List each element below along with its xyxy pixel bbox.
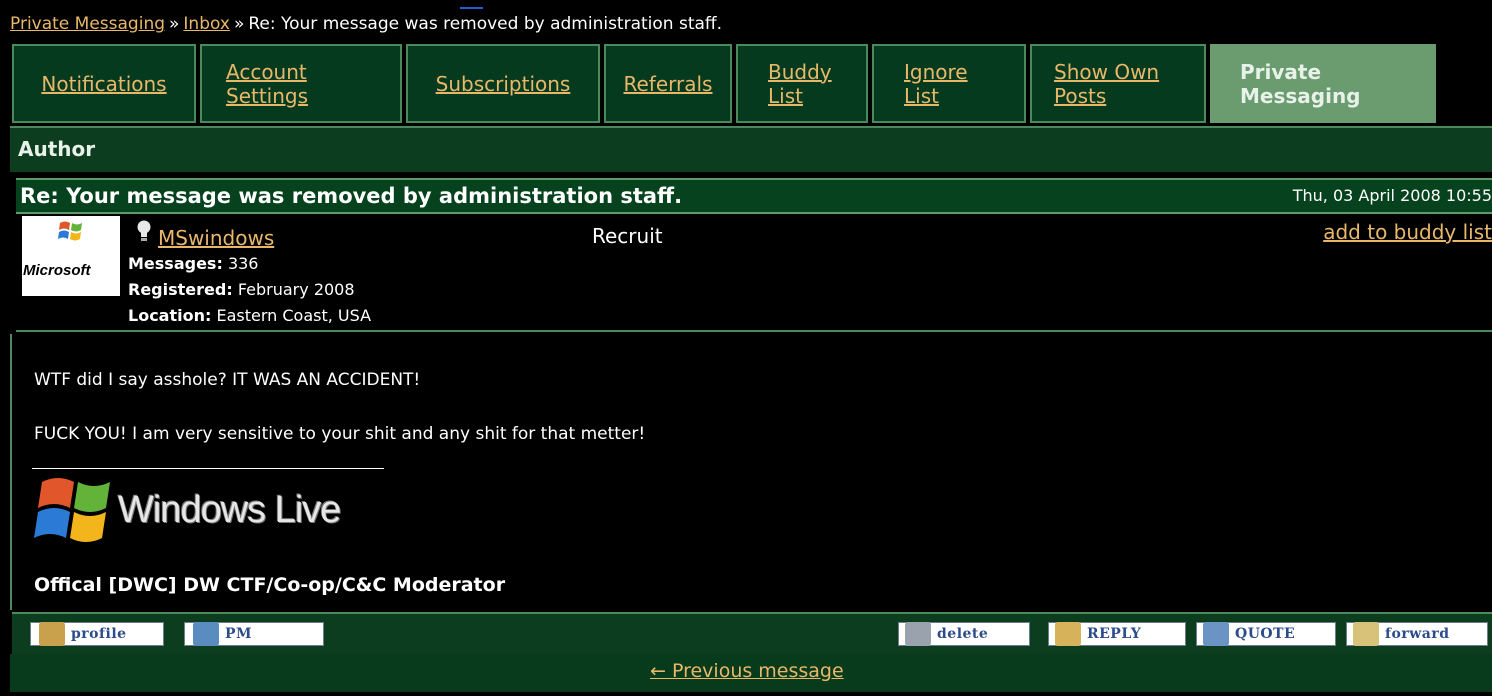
tab-ignore-list[interactable]: Ignore List <box>872 44 1026 123</box>
username-link[interactable]: MSwindows <box>158 226 274 250</box>
author-header-bar: Author <box>10 126 1492 172</box>
message-subject-bar: Re: Your message was removed by administ… <box>16 178 1492 214</box>
button-label: PM <box>225 626 253 642</box>
breadcrumb-private-messaging[interactable]: Private Messaging <box>10 14 165 34</box>
tab-label: Show Own Posts <box>1054 59 1160 108</box>
breadcrumb-separator: » <box>233 14 245 34</box>
reply-button[interactable]: REPLY <box>1048 622 1186 646</box>
quote-button[interactable]: QUOTE <box>1196 622 1336 646</box>
breadcrumb-separator: » <box>169 14 180 34</box>
tab-notifications[interactable]: Notifications <box>12 44 196 123</box>
message-line: FUCK YOU! I am very sensitive to your sh… <box>34 424 646 444</box>
tab-label: Buddy List <box>768 59 832 108</box>
add-to-buddy-list-link[interactable]: add to buddy list <box>1323 220 1492 244</box>
profile-icon <box>39 622 65 646</box>
pm-button[interactable]: PM <box>184 622 324 646</box>
windows-live-logo-text: Windows Live <box>118 489 341 531</box>
pm-icon <box>193 622 219 646</box>
quote-icon <box>1203 622 1229 646</box>
breadcrumb: Private Messaging» Inbox» Re: Your message… <box>10 14 722 34</box>
message-date: Thu, 03 April 2008 10:55 <box>1292 186 1492 205</box>
button-label: profile <box>71 626 127 642</box>
windows-logo-icon <box>34 478 110 542</box>
message-subject: Re: Your message was removed by administ… <box>20 184 683 208</box>
stat-registered: Registered: February 2008 <box>128 280 355 299</box>
breadcrumb-inbox[interactable]: Inbox <box>183 14 230 34</box>
avatar[interactable]: Microsoft <box>22 216 120 296</box>
tab-label: Subscriptions <box>435 71 571 96</box>
previous-message-link[interactable]: ← Previous message <box>650 660 844 682</box>
control-panel-tabs: Notifications Account Settings Subscript… <box>12 44 1492 123</box>
author-info: Microsoft MSwindows Recruit add to buddy… <box>16 214 1492 332</box>
stat-label: Registered: <box>128 280 233 299</box>
author-header: Author <box>18 137 96 161</box>
avatar-text: Microsoft <box>23 262 91 279</box>
signature-role: Offical [DWC] DW CTF/Co-op/C&C Moderator <box>34 574 506 596</box>
stat-label: Messages: <box>128 254 223 273</box>
online-status-bulb-icon <box>137 220 151 241</box>
button-label: QUOTE <box>1235 626 1296 642</box>
stat-label: Location: <box>128 306 212 325</box>
tab-label: Account Settings <box>226 59 309 108</box>
tab-buddy-list[interactable]: Buddy List <box>736 44 868 123</box>
message-line: WTF did I say asshole? IT WAS AN ACCIDEN… <box>34 370 421 390</box>
reply-pencil-icon <box>1055 622 1081 646</box>
profile-button[interactable]: profile <box>30 622 164 646</box>
tab-label: Referrals <box>623 71 713 96</box>
stat-location: Location: Eastern Coast, USA <box>128 306 371 325</box>
delete-button[interactable]: delete <box>898 622 1030 646</box>
message-navigation: ← Previous message <box>10 654 1492 692</box>
stat-value: Eastern Coast, USA <box>216 306 372 325</box>
signature-divider <box>32 468 384 469</box>
tab-account-settings[interactable]: Account Settings <box>200 44 402 123</box>
tab-private-messaging[interactable]: Private Messaging <box>1210 44 1436 123</box>
tab-referrals[interactable]: Referrals <box>604 44 732 123</box>
stat-messages: Messages: 336 <box>128 254 258 273</box>
breadcrumb-current: Re: Your message was removed by administ… <box>248 14 723 34</box>
tab-label: Notifications <box>41 71 167 96</box>
cutoff-heading-fragment[interactable] <box>460 0 483 11</box>
stat-value: February 2008 <box>237 280 355 299</box>
user-rank: Recruit <box>592 224 663 248</box>
button-label: forward <box>1385 626 1450 642</box>
tab-subscriptions[interactable]: Subscriptions <box>406 44 600 123</box>
message-actions-bar: profile PM delete REPLY QUOTE forward <box>12 612 1492 654</box>
windows-flag-icon <box>58 221 82 241</box>
tab-label: Private Messaging <box>1240 59 1361 108</box>
button-label: REPLY <box>1087 626 1142 642</box>
tab-show-own-posts[interactable]: Show Own Posts <box>1030 44 1206 123</box>
stat-value: 336 <box>227 254 259 273</box>
forward-button[interactable]: forward <box>1346 622 1488 646</box>
tab-label: Ignore List <box>904 59 968 108</box>
button-label: delete <box>937 626 989 642</box>
message-body: WTF did I say asshole? IT WAS AN ACCIDEN… <box>10 334 1492 610</box>
trash-icon <box>905 622 931 646</box>
forward-icon <box>1353 622 1379 646</box>
